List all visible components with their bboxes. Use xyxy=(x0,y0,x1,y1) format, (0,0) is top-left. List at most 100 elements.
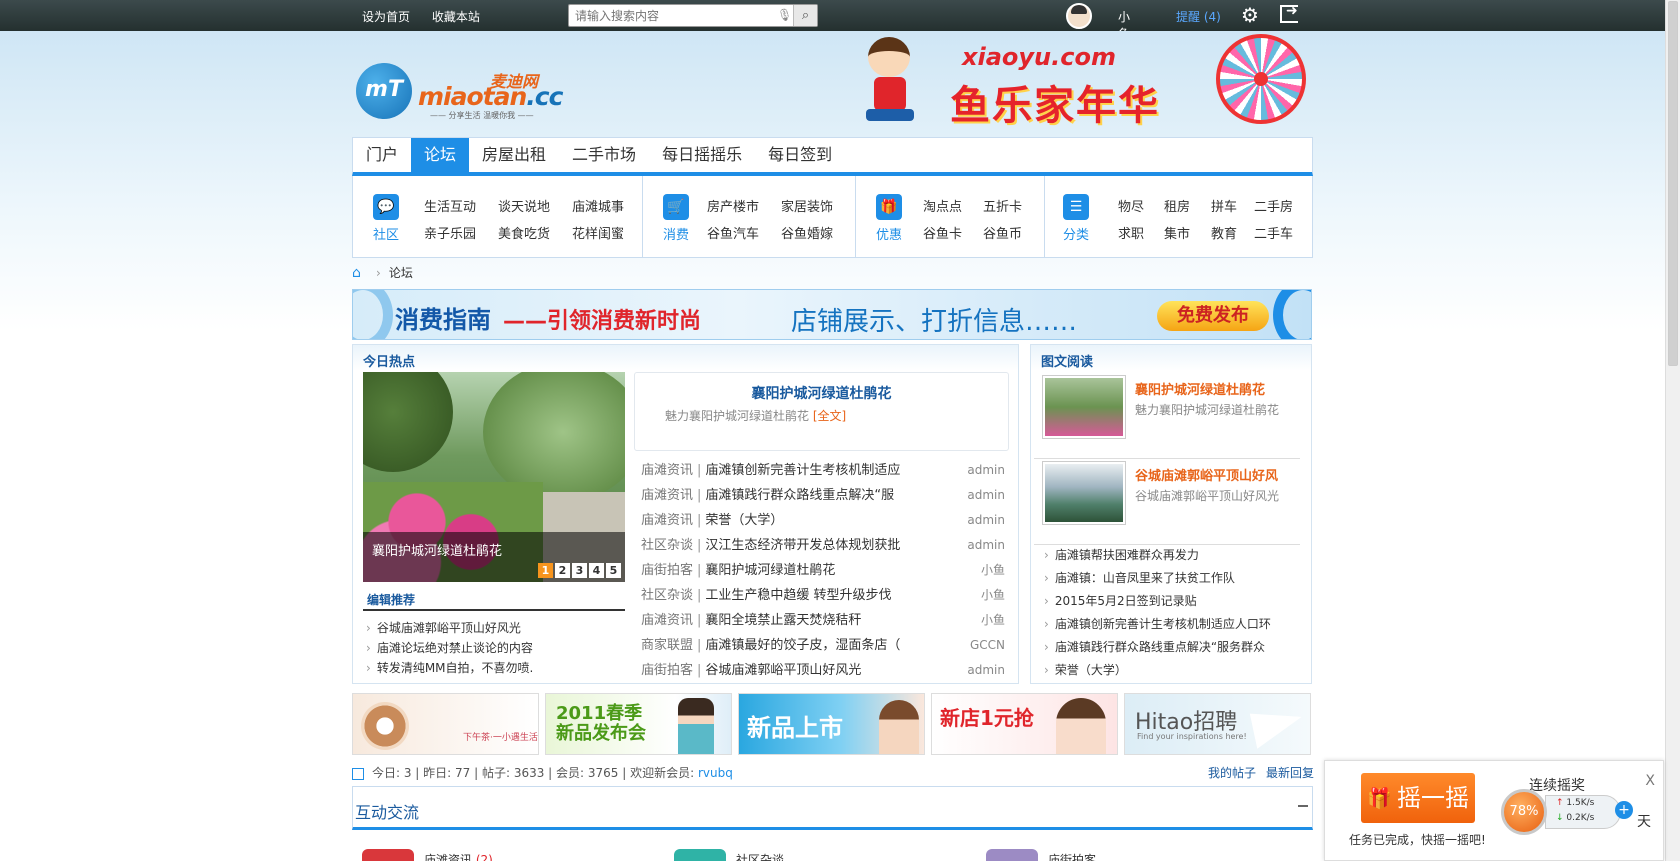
table-row[interactable]: 社区杂谈 | 汉江生态经济带开发总体规划获批 admin xyxy=(641,533,1005,558)
speed-ball[interactable]: 78% xyxy=(1501,789,1547,835)
latest-reply-link[interactable]: 最新回复 xyxy=(1266,766,1314,780)
top-banner[interactable]: xiaoyu.com 鱼乐家年华 xyxy=(850,31,1310,135)
ad-hitao[interactable]: Hitao招聘 Find your inspirations here! xyxy=(1124,693,1311,755)
microphone-icon[interactable]: 🎙 xyxy=(777,8,792,23)
ad-tea[interactable]: 下午茶·一小遇生活 xyxy=(352,693,539,755)
bookmark-link[interactable]: 收藏本站 xyxy=(432,10,480,24)
slide-caption[interactable]: 襄阳护城河绿道杜鹃花 xyxy=(372,540,502,559)
table-row[interactable]: 庙滩资讯 | 荣誉（大学） admin xyxy=(641,508,1005,533)
remind-link[interactable]: 提醒 (4) xyxy=(1176,8,1221,25)
headline-title[interactable]: 襄阳护城河绿道杜鹃花 xyxy=(635,383,1008,403)
table-row[interactable]: 庙街拍客 | 襄阳护城河绿道杜鹃花 小鱼 xyxy=(641,558,1005,583)
forum-name[interactable]: 庙滩资讯 (2) xyxy=(424,851,493,861)
list-item[interactable]: 襄阳护城河绿道杜鹃花 魅力襄阳护城河绿道杜鹃花 xyxy=(1034,375,1300,459)
slide-page-2[interactable]: 2 xyxy=(555,563,570,578)
subnav-item[interactable]: 谷鱼汽车 xyxy=(707,223,759,242)
ad-new-store[interactable]: 新店1元抢 xyxy=(931,693,1118,755)
list-item[interactable]: 荣誉（大学） xyxy=(1044,659,1271,682)
table-row[interactable]: 庙滩资讯 | 襄阳全境禁止露天焚烧秸秆 小鱼 xyxy=(641,608,1005,633)
subnav-item[interactable]: 谷鱼币 xyxy=(983,223,1022,242)
nav-forum[interactable]: 论坛 xyxy=(411,138,470,172)
hot-title: 今日热点 xyxy=(363,355,416,370)
pic-title[interactable]: 襄阳护城河绿道杜鹃花 xyxy=(1135,379,1265,398)
ad-new-products[interactable]: 新品上市 xyxy=(738,693,925,755)
subnav-item[interactable]: 二手房 xyxy=(1254,196,1293,215)
subnav-item[interactable]: 淘点点 xyxy=(923,196,962,215)
subnav-item[interactable]: 庙滩城事 xyxy=(572,196,624,215)
subnav-item[interactable]: 家居装饰 xyxy=(781,196,833,215)
subnav-label[interactable]: 分类 xyxy=(1063,224,1089,243)
slide-page-3[interactable]: 3 xyxy=(572,563,587,578)
thumbnail[interactable] xyxy=(1042,461,1126,525)
set-home-link[interactable]: 设为首页 xyxy=(362,10,410,24)
subnav-item[interactable]: 租房 xyxy=(1164,196,1190,215)
table-row[interactable]: 社区杂谈 | 工业生产稳中趋缓 转型升级步伐 小鱼 xyxy=(641,583,1005,608)
nav-second-hand[interactable]: 二手市场 xyxy=(559,138,649,172)
consumer-guide-banner[interactable]: 消费指南 ——引领消费新时尚 店铺展示、打折信息…… 免费发布 xyxy=(352,289,1312,340)
subnav-item[interactable]: 生活互动 xyxy=(424,196,476,215)
site-logo[interactable]: mT 麦迪网 miaotan.cc —— 分享生活 温暖你我 —— xyxy=(356,60,563,122)
search-button[interactable]: ⌕ xyxy=(793,5,817,26)
my-posts-link[interactable]: 我的帖子 xyxy=(1208,766,1256,780)
list-item[interactable]: 2015年5月2日签到记录贴 xyxy=(1044,590,1271,613)
search-input[interactable] xyxy=(569,5,769,26)
table-row[interactable]: 庙街拍客 | 谷城庙滩郭峪平顶山好风光 admin xyxy=(641,658,1005,683)
slide-page-5[interactable]: 5 xyxy=(606,563,621,578)
forum-name[interactable]: 社区杂谈 xyxy=(736,851,784,861)
breadcrumb-current[interactable]: 论坛 xyxy=(389,266,413,280)
subnav-item[interactable]: 花样闺蜜 xyxy=(572,223,624,242)
subnav-item[interactable]: 谷鱼婚嫁 xyxy=(781,223,833,242)
logout-icon[interactable] xyxy=(1280,3,1298,23)
hot-slideshow[interactable]: 襄阳护城河绿道杜鹃花 12345 xyxy=(363,372,625,582)
subnav-item[interactable]: 亲子乐园 xyxy=(424,223,476,242)
collapse-icon[interactable] xyxy=(1298,805,1308,807)
read-more-link[interactable]: [全文] xyxy=(813,409,846,423)
plus-icon[interactable]: + xyxy=(1615,801,1633,819)
scrollbar-thumb[interactable] xyxy=(1668,1,1678,366)
list-item[interactable]: 谷城庙滩郭峪平顶山好风 谷城庙滩郭峪平顶山好风光 xyxy=(1034,461,1300,545)
subnav-item[interactable]: 房产楼市 xyxy=(707,196,759,215)
list-item[interactable]: 庙滩镇帮扶困难群众再发力 xyxy=(1044,544,1271,567)
shake-button[interactable]: 摇一摇 xyxy=(1361,773,1475,823)
subnav-item[interactable]: 教育 xyxy=(1211,223,1237,242)
subnav-item[interactable]: 谷鱼卡 xyxy=(923,223,962,242)
list-item[interactable]: 庙滩镇：山音凤里来了扶贫工作队 xyxy=(1044,567,1271,590)
scrollbar[interactable] xyxy=(1665,0,1680,861)
nav-daily-shake[interactable]: 每日摇摇乐 xyxy=(649,138,755,172)
slide-page-1[interactable]: 1 xyxy=(538,563,553,578)
close-icon[interactable]: X xyxy=(1645,773,1655,789)
home-icon[interactable]: ⌂ xyxy=(352,265,366,281)
subnav-item[interactable]: 五折卡 xyxy=(983,196,1022,215)
avatar[interactable] xyxy=(1066,3,1092,29)
gear-icon[interactable]: ⚙ xyxy=(1241,3,1259,27)
slide-page-4[interactable]: 4 xyxy=(589,563,604,578)
list-item[interactable]: 庙滩论坛绝对禁止谈论的内容 xyxy=(366,638,533,658)
nav-daily-checkin[interactable]: 每日签到 xyxy=(755,138,845,172)
subnav-item[interactable]: 求职 xyxy=(1118,223,1144,242)
free-publish-button[interactable]: 免费发布 xyxy=(1157,301,1269,331)
subnav-item[interactable]: 美食吃货 xyxy=(498,223,550,242)
ad-spring[interactable]: 2011春季 新品发布会 xyxy=(545,693,732,755)
network-speed-widget[interactable]: ↑ 1.5K/s ↓ 0.2K/s 78% + xyxy=(1501,789,1633,835)
table-row[interactable]: 商家联盟 | 庙滩镇最好的饺子皮，湿面条店（ GCCN xyxy=(641,633,1005,658)
subnav-item[interactable]: 二手车 xyxy=(1254,223,1293,242)
subnav-label[interactable]: 消费 xyxy=(663,224,689,243)
subnav-label[interactable]: 优惠 xyxy=(876,224,902,243)
subnav-item[interactable]: 物尽 xyxy=(1118,196,1144,215)
new-member-link[interactable]: rvubq xyxy=(698,766,733,780)
thumbnail[interactable] xyxy=(1042,375,1126,439)
list-item[interactable]: 谷城庙滩郭峪平顶山好风光 xyxy=(366,618,533,638)
list-item[interactable]: 转发清纯MM自拍，不喜勿喷. xyxy=(366,658,534,678)
pic-title[interactable]: 谷城庙滩郭峪平顶山好风 xyxy=(1135,465,1278,484)
subnav-label[interactable]: 社区 xyxy=(373,224,399,243)
subnav-item[interactable]: 拼车 xyxy=(1211,196,1237,215)
nav-rental[interactable]: 房屋出租 xyxy=(469,138,559,172)
subnav-item[interactable]: 集市 xyxy=(1164,223,1190,242)
list-item[interactable]: 庙滩镇践行群众路线重点解决“服务群众 xyxy=(1044,636,1271,659)
forum-name[interactable]: 庙街拍客 xyxy=(1048,851,1096,861)
nav-portal[interactable]: 门户 xyxy=(353,138,411,172)
subnav-item[interactable]: 谈天说地 xyxy=(498,196,550,215)
list-item[interactable]: 庙滩镇创新完善计生考核机制适应人口环 xyxy=(1044,613,1271,636)
table-row[interactable]: 庙滩资讯 | 庙滩镇创新完善计生考核机制适应 admin xyxy=(641,458,1005,483)
table-row[interactable]: 庙滩资讯 | 庙滩镇践行群众路线重点解决“服 admin xyxy=(641,483,1005,508)
